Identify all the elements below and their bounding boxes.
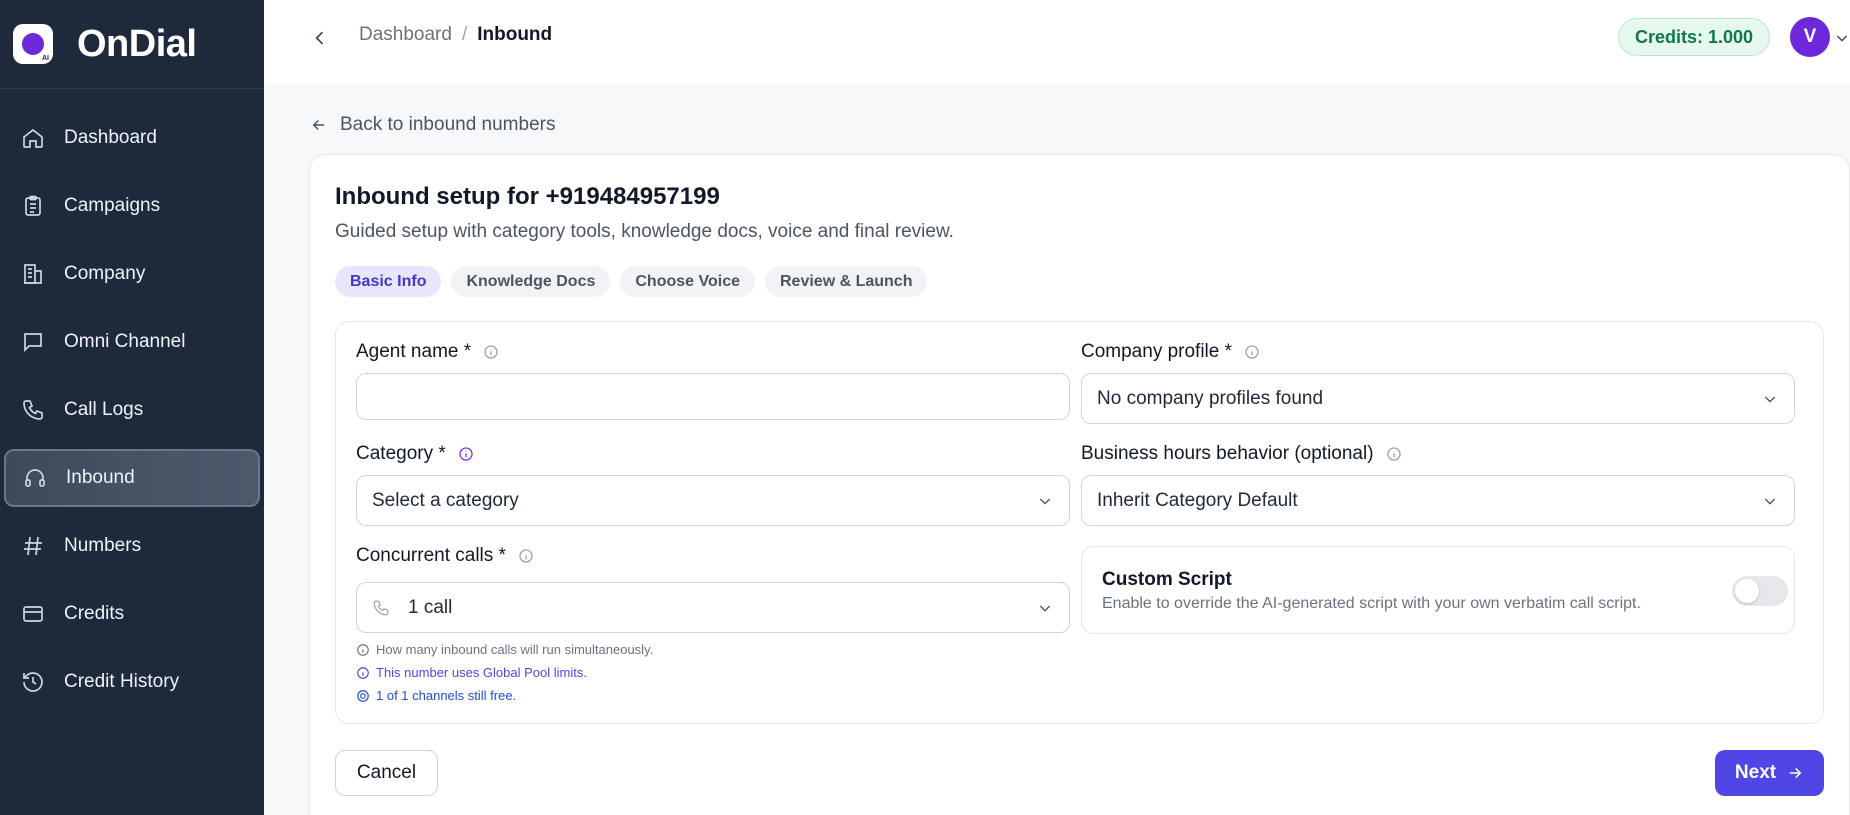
sidebar-item-dashboard[interactable]: Dashboard [4, 109, 260, 167]
info-icon[interactable] [1386, 446, 1402, 462]
top-header: Dashboard / Inbound Credits: 1.000 V [264, 0, 1850, 84]
info-icon[interactable] [518, 548, 534, 564]
chevron-down-icon [1037, 600, 1053, 616]
custom-script-panel: Custom Script Enable to override the AI-… [1081, 546, 1795, 634]
custom-script-description: Enable to override the AI-generated scri… [1102, 595, 1641, 612]
logo-icon: AI [13, 24, 53, 64]
company-profile-select[interactable]: No company profiles found [1081, 373, 1795, 424]
sidebar-item-company[interactable]: Company [4, 245, 260, 303]
info-icon[interactable] [1244, 344, 1260, 360]
info-icon [356, 643, 370, 657]
sidebar-item-call-logs[interactable]: Call Logs [4, 381, 260, 439]
next-button-label: Next [1734, 762, 1777, 783]
basic-info-form: Agent name * Category * Select a categor… [335, 321, 1824, 724]
info-icon[interactable] [458, 446, 474, 462]
back-to-inbound-link[interactable]: Back to inbound numbers [310, 114, 555, 136]
sidebar-item-label: Call Logs [64, 399, 144, 420]
agent-name-input[interactable] [356, 373, 1070, 420]
tab-knowledge-docs[interactable]: Knowledge Docs [451, 266, 611, 297]
sidebar: AI OnDial Dashboard Campaigns Company Om… [0, 0, 264, 815]
sidebar-item-credits[interactable]: Credits [4, 585, 260, 643]
arrow-left-icon [310, 116, 328, 134]
clipboard-icon [20, 193, 46, 219]
headset-icon [22, 465, 48, 491]
sidebar-item-label: Numbers [64, 535, 142, 556]
brand-name: OnDial [77, 22, 197, 65]
setup-card: Inbound setup for +919484957199 Guided s… [309, 154, 1850, 815]
hash-icon [20, 533, 46, 559]
sidebar-item-credit-history[interactable]: Credit History [4, 653, 260, 711]
helper-simultaneous: How many inbound calls will run simultan… [356, 642, 653, 657]
avatar[interactable]: V [1790, 17, 1830, 57]
page-title: Inbound setup for +919484957199 [335, 183, 720, 210]
business-hours-select[interactable]: Inherit Category Default [1081, 475, 1795, 526]
target-icon [356, 689, 370, 703]
sidebar-item-label: Company [64, 263, 146, 284]
back-link-label: Back to inbound numbers [340, 114, 556, 135]
tab-review-launch[interactable]: Review & Launch [765, 266, 928, 297]
sidebar-item-omni-channel[interactable]: Omni Channel [4, 313, 260, 371]
next-button[interactable]: Next [1715, 750, 1824, 796]
business-hours-label: Business hours behavior (optional) [1081, 443, 1402, 465]
tab-basic-info[interactable]: Basic Info [335, 266, 442, 297]
breadcrumb-current: Inbound [477, 24, 553, 45]
cancel-button[interactable]: Cancel [335, 750, 438, 796]
sidebar-item-label: Campaigns [64, 195, 161, 216]
sidebar-item-campaigns[interactable]: Campaigns [4, 177, 260, 235]
tab-choose-voice[interactable]: Choose Voice [620, 266, 755, 297]
chevron-left-icon[interactable] [308, 26, 332, 50]
company-profile-value: No company profiles found [1097, 387, 1324, 409]
concurrent-calls-label: Concurrent calls * [356, 545, 534, 567]
phone-icon [372, 599, 390, 617]
chevron-down-icon[interactable] [1834, 30, 1850, 46]
sidebar-item-label: Credits [64, 603, 125, 624]
sidebar-item-label: Dashboard [64, 127, 157, 148]
setup-steps: Basic Info Knowledge Docs Choose Voice R… [335, 266, 928, 297]
custom-script-title: Custom Script [1102, 569, 1232, 590]
phone-icon [20, 397, 46, 423]
agent-name-label: Agent name * [356, 341, 499, 363]
credits-badge: Credits: 1.000 [1618, 18, 1771, 56]
chevron-down-icon [1037, 493, 1053, 509]
building-icon [20, 261, 46, 287]
concurrent-calls-select[interactable]: 1 call [356, 582, 1070, 633]
helper-channels-free: 1 of 1 channels still free. [356, 688, 516, 703]
category-select[interactable]: Select a category [356, 475, 1070, 526]
arrow-right-icon [1786, 764, 1804, 782]
sidebar-item-label: Inbound [66, 467, 135, 488]
category-label: Category * [356, 443, 474, 465]
sidebar-item-numbers[interactable]: Numbers [4, 517, 260, 575]
chevron-down-icon [1762, 391, 1778, 407]
history-icon [20, 669, 46, 695]
breadcrumb-dashboard[interactable]: Dashboard [359, 24, 452, 46]
company-profile-label: Company profile * [1081, 341, 1260, 363]
concurrent-calls-value: 1 call [408, 596, 453, 618]
sidebar-item-label: Credit History [64, 671, 180, 692]
category-value: Select a category [372, 489, 519, 511]
sidebar-item-label: Omni Channel [64, 331, 186, 352]
business-hours-value: Inherit Category Default [1097, 489, 1298, 511]
card-icon [20, 601, 46, 627]
sidebar-nav: Dashboard Campaigns Company Omni Channel… [0, 89, 264, 711]
toggle-knob [1735, 579, 1759, 603]
sidebar-item-inbound[interactable]: Inbound [4, 449, 260, 507]
breadcrumb: Dashboard / Inbound [359, 24, 552, 46]
chat-icon [20, 329, 46, 355]
brand-logo[interactable]: AI OnDial [0, 0, 264, 89]
breadcrumb-separator: / [461, 24, 468, 45]
helper-global-pool: This number uses Global Pool limits. [356, 665, 587, 680]
page-subtitle: Guided setup with category tools, knowle… [335, 221, 954, 242]
home-icon [20, 125, 46, 151]
custom-script-toggle[interactable] [1732, 576, 1788, 606]
chevron-down-icon [1762, 493, 1778, 509]
info-icon[interactable] [483, 344, 499, 360]
info-icon [356, 666, 370, 680]
